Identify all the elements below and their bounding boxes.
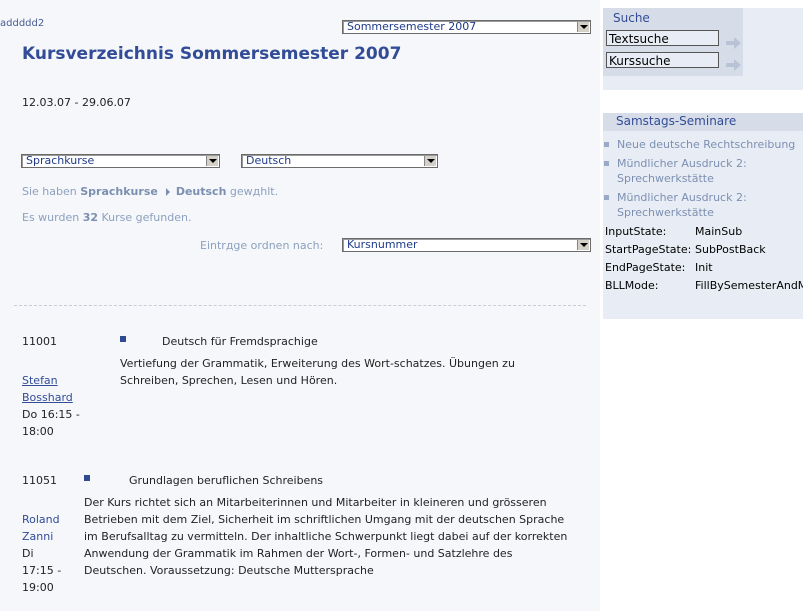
summary-language: Deutsch [175,185,227,198]
course-desc-line: Schreiben, Sprechen, Lesen und Hören. [120,374,338,387]
search-box: Suche Textsuche Kurssuche [603,8,803,90]
chevron-down-icon[interactable] [577,22,589,32]
sort-label: Eintrдge ordnen nach: [200,239,324,252]
state-row: InputState: MainSub [605,225,742,238]
language-select-value: Deutsch [246,154,292,167]
course-search-button[interactable]: Kurssuche [606,52,719,68]
main-content: addddd2 Sommersemester 2007 Kursverzeich… [0,0,600,611]
summary-suffix: gewдhlt. [229,185,279,198]
state-value: Init [695,261,713,274]
divider [14,305,586,306]
seminars-title: Samstags-Seminare [616,114,737,128]
course-time: Do 16:15 - [22,408,80,421]
chevron-down-icon[interactable] [424,156,436,166]
state-value: FillBySemesterAndM [695,279,803,292]
arrow-right-icon[interactable] [726,37,741,49]
course-end: 18:00 [22,425,54,438]
found-count: 32 [82,211,99,224]
seminar-link[interactable]: Mündlicher Ausdruck 2: Sprechwerkstätte [604,190,747,220]
category-select-value: Sprachkurse [26,154,95,167]
teacher-link[interactable]: Bosshard [22,389,73,406]
category-select[interactable]: Sprachkurse [21,154,220,168]
bullet-icon [120,336,126,342]
course-number: 11001 [22,335,57,348]
state-key: StartPageState: [605,243,692,256]
course-title: Deutsch für Fremdsprachige [162,335,318,348]
state-value: MainSub [695,225,743,238]
seminars-header: Samstags-Seminare [603,113,803,131]
seminar-link-label: Sprechwerkstätte [617,172,714,185]
seminar-link-label: Mündlicher Ausdruck 2: [617,157,747,170]
seminar-link-label: Sprechwerkstätte [617,206,714,219]
search-title: Suche [613,11,650,25]
seminar-link-label: Neue deutsche Rechtschreibung [617,138,796,151]
teacher-link[interactable]: Zanni [22,528,53,545]
bullet-icon [84,475,90,481]
course-desc-line: Anwendung der Grammatik im Rahmen der Wo… [84,547,513,560]
state-row: EndPageState: Init [605,261,713,274]
semester-dates: 12.03.07 - 29.06.07 [22,96,131,109]
language-select[interactable]: Deutsch [241,154,438,168]
state-row: BLLMode: FillBySemesterAndM [605,279,803,292]
state-key: InputState: [605,225,667,238]
found-suffix: Kurse gefunden. [101,211,192,224]
course-desc-line: Betrieben mit dem Ziel, Sicherheit im sc… [84,513,565,526]
teacher-link[interactable]: Roland [22,511,60,528]
arrow-right-icon[interactable] [726,59,741,71]
summary-category: Sprachkurse [80,185,158,198]
selection-summary: Sie haben Sprachkurse Deutsch gewдhlt. [22,185,278,198]
chevron-down-icon[interactable] [206,156,218,166]
course-time: 17:15 - [22,564,62,577]
state-value: SubPostBack [695,243,766,256]
course-desc-line: im Berufsalltag zu vermitteln. Der inhal… [84,530,568,543]
chevron-down-icon[interactable] [577,240,589,250]
course-desc-line: Deutschen. Voraussetzung: Deutsche Mutte… [84,564,374,577]
semester-select-value: Sommersemester 2007 [347,20,477,33]
seminar-link[interactable]: Neue deutsche Rechtschreibung [603,137,796,152]
course-desc-line: Der Kurs richtet sich an Mitarbeiterinne… [84,496,547,509]
course-end: 19:00 [22,581,54,594]
course-desc-line: Vertiefung der Grammatik, Erweiterung de… [120,357,515,370]
text-search-button[interactable]: Textsuche [606,30,719,46]
top-code: addddd2 [0,18,45,29]
sidebar: Suche Textsuche Kurssuche Samstags-Semin… [600,0,803,611]
triangle-right-icon [165,188,170,196]
found-prefix: Es wurden [22,211,80,224]
course-title: Grundlagen beruflichen Schreibens [129,474,324,487]
state-row: StartPageState: SubPostBack [605,243,766,256]
course-entry: 11051 Roland Zanni Di 17:15 - 19:00 Grun… [22,472,592,602]
sort-select-value: Kursnummer [347,238,418,251]
sort-select[interactable]: Kursnummer [342,238,591,252]
course-day: Di [22,547,34,560]
course-entry: 11001 Stefan Bosshard Do 16:15 - 18:00 D… [22,333,592,443]
seminar-link[interactable]: Mündlicher Ausdruck 2: Sprechwerkstätte [604,156,747,186]
state-key: EndPageState: [605,261,686,274]
page-title: Kursverzeichnis Sommersemester 2007 [22,44,402,64]
state-key: BLLMode: [605,279,659,292]
summary-prefix: Sie haben [22,185,77,198]
course-number: 11051 [22,474,57,487]
result-count: Es wurden 32 Kurse gefunden. [22,211,191,224]
seminars-box: Samstags-Seminare Neue deutsche Rechtsch… [603,113,803,319]
semester-select[interactable]: Sommersemester 2007 [342,20,591,34]
seminar-link-label: Mündlicher Ausdruck 2: [617,191,747,204]
teacher-link[interactable]: Stefan [22,372,58,389]
